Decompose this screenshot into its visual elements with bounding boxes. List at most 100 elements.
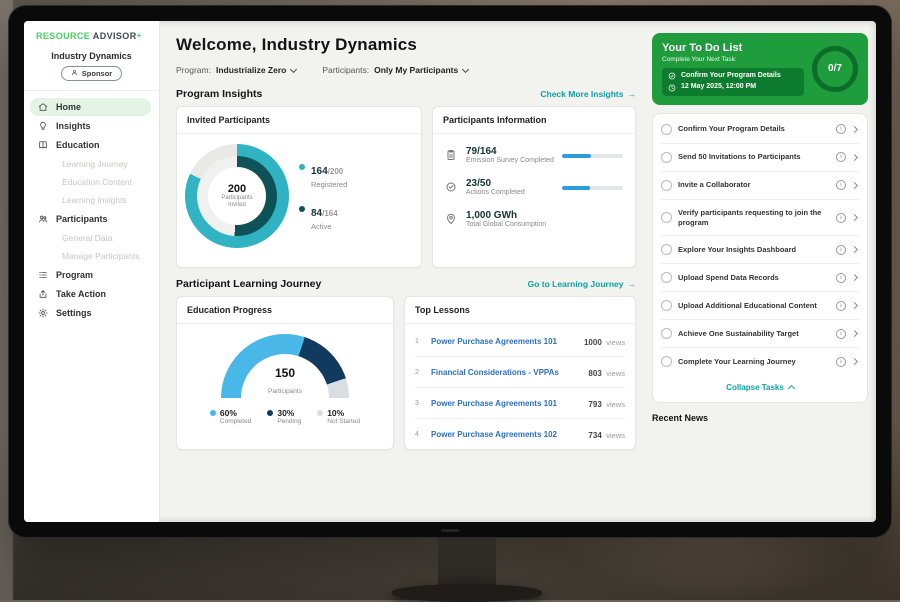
lesson-link[interactable]: Power Purchase Agreements 102	[431, 430, 580, 439]
invited-participants-card: Invited Participants 200 Participants In…	[176, 106, 422, 268]
sidebar-item-learning-insights[interactable]: Learning Insights	[30, 191, 151, 209]
legend-value: 84	[311, 208, 322, 219]
checkbox-circle[interactable]	[661, 180, 672, 191]
views-label: views	[606, 431, 625, 440]
todo-title: Your To Do List	[662, 42, 804, 54]
checkbox-circle[interactable]	[661, 124, 672, 135]
sidebar-item-learning-journey[interactable]: Learning Journey	[30, 155, 151, 173]
info-icon[interactable]	[836, 273, 846, 283]
lesson-views: 1000	[584, 338, 602, 347]
task-row[interactable]: Invite a Collaborator	[661, 172, 859, 200]
sidebar-item-program[interactable]: Program	[30, 266, 151, 284]
checkbox-circle[interactable]	[661, 272, 672, 283]
task-label: Invite a Collaborator	[678, 180, 830, 190]
lesson-row: 2 Financial Considerations - VPPAs 803 v…	[415, 357, 625, 388]
task-row[interactable]: Verify participants requesting to join t…	[661, 200, 859, 237]
legend-dot	[317, 410, 323, 416]
views-label: views	[606, 338, 625, 347]
filter-value: Industrialize Zero	[216, 65, 286, 75]
info-label: Emission Survey Completed	[466, 157, 554, 164]
program-filter[interactable]: Program: Industrialize Zero	[176, 65, 296, 75]
sidebar-item-label: Participants	[56, 214, 108, 224]
legend-item-active: 84/164 Active	[299, 203, 347, 231]
checkbox-circle[interactable]	[661, 212, 672, 223]
info-icon[interactable]	[836, 357, 846, 367]
sidebar-item-participants[interactable]: Participants	[30, 210, 151, 228]
sidebar-item-settings[interactable]: Settings	[30, 304, 151, 322]
task-row[interactable]: Upload Additional Educational Content	[661, 292, 859, 320]
info-icon[interactable]	[836, 301, 846, 311]
collapse-tasks-link[interactable]: Collapse Tasks	[661, 375, 859, 400]
lesson-rank: 4	[415, 431, 423, 438]
task-label: Send 50 Invitations to Participants	[678, 152, 830, 162]
participants-filter[interactable]: Participants: Only My Participants	[322, 65, 468, 75]
info-icon[interactable]	[836, 329, 846, 339]
info-icon[interactable]	[836, 180, 846, 190]
checkbox-circle[interactable]	[661, 244, 672, 255]
sidebar-item-take-action[interactable]: Take Action	[30, 285, 151, 303]
sidebar-item-education-content[interactable]: Education Content	[30, 173, 151, 191]
invited-donut-inner-ring: 200 Participants Invited	[197, 156, 277, 236]
section-title-learning-journey: Participant Learning Journey	[176, 278, 321, 290]
checkbox-circle[interactable]	[661, 152, 672, 163]
views-label: views	[606, 369, 625, 378]
chevron-down-icon	[290, 65, 297, 72]
task-row[interactable]: Explore Your Insights Dashboard	[661, 236, 859, 264]
lesson-rank: 1	[415, 338, 423, 345]
task-row[interactable]: Confirm Your Program Details	[661, 116, 859, 144]
lesson-row: 4 Power Purchase Agreements 102 734 view…	[415, 419, 625, 450]
legend-item-completed: 60% Completed	[210, 408, 251, 425]
lightbulb-icon	[38, 121, 49, 131]
donut-center-label: Participants Invited	[216, 195, 258, 210]
task-label: Verify participants requesting to join t…	[678, 208, 830, 228]
legend-pct: 60%	[220, 408, 237, 418]
sidebar-item-insights[interactable]: Insights	[30, 117, 151, 135]
sidebar-item-education[interactable]: Education	[30, 136, 151, 154]
filter-label: Program:	[176, 65, 211, 75]
top-lessons-card: Top Lessons 1 Power Purchase Agreements …	[404, 296, 636, 450]
info-icon[interactable]	[836, 213, 846, 223]
lesson-link[interactable]: Financial Considerations - VPPAs	[431, 368, 580, 377]
chevron-right-icon	[851, 214, 858, 221]
lesson-views: 734	[588, 431, 601, 440]
task-row[interactable]: Complete Your Learning Journey	[661, 348, 859, 375]
task-row[interactable]: Achieve One Sustainability Target	[661, 320, 859, 348]
task-row[interactable]: Send 50 Invitations to Participants	[661, 144, 859, 172]
sidebar-item-label: Program	[56, 270, 93, 280]
action-icon	[38, 289, 49, 299]
logo-text-primary: RESOURCE	[36, 31, 90, 41]
sponsor-badge[interactable]: Sponsor	[61, 66, 122, 81]
sidebar-item-home[interactable]: Home	[30, 98, 151, 116]
progress-bar	[562, 154, 623, 158]
person-icon	[71, 69, 78, 78]
lesson-link[interactable]: Power Purchase Agreements 101	[431, 399, 580, 408]
sidebar-item-general-data[interactable]: General Data	[30, 229, 151, 247]
legend-label: Active	[311, 222, 338, 231]
checkbox-circle[interactable]	[661, 356, 672, 367]
lesson-views: 803	[588, 369, 601, 378]
recent-news-title: Recent News	[652, 413, 868, 423]
info-row-actions-completed: 23/50 Actions Completed	[445, 178, 623, 196]
go-to-learning-journey-link[interactable]: Go to Learning Journey	[528, 279, 636, 289]
task-row[interactable]: Upload Spend Data Records	[661, 264, 859, 292]
card-title: Top Lessons	[405, 297, 635, 324]
chevron-right-icon	[851, 154, 858, 161]
sidebar-item-label: Insights	[56, 121, 91, 131]
todo-column: Your To Do List Complete Your Next Task:…	[648, 21, 876, 522]
lesson-link[interactable]: Power Purchase Agreements 101	[431, 337, 576, 346]
filter-bar: Program: Industrialize Zero Participants…	[176, 65, 636, 75]
lesson-rank: 3	[415, 400, 423, 407]
sidebar-item-manage-participants[interactable]: Manage Participants	[30, 247, 151, 265]
gauge-center-label: Participants	[268, 388, 302, 395]
clock-icon	[668, 84, 676, 92]
sidebar-item-label: Take Action	[56, 289, 106, 299]
checkbox-circle[interactable]	[661, 300, 672, 311]
info-icon[interactable]	[836, 124, 846, 134]
checkbox-circle[interactable]	[661, 328, 672, 339]
check-circle-icon	[668, 72, 676, 80]
check-more-insights-link[interactable]: Check More Insights	[540, 89, 636, 99]
chevron-right-icon	[851, 274, 858, 281]
next-task-box[interactable]: Confirm Your Program Details 12 May 2025…	[662, 68, 804, 96]
info-icon[interactable]	[836, 245, 846, 255]
info-icon[interactable]	[836, 152, 846, 162]
